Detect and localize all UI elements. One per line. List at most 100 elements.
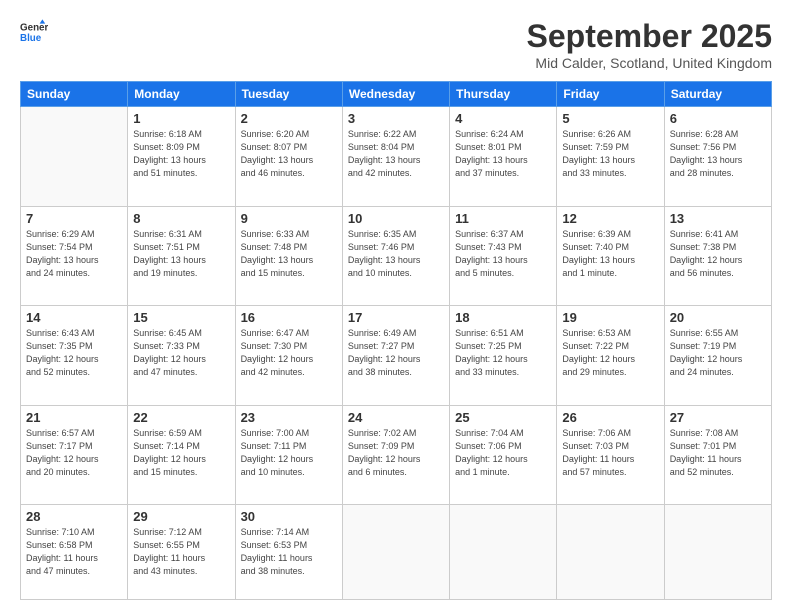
calendar-cell: 4 Sunrise: 6:24 AM Sunset: 8:01 PM Daylig… (450, 107, 557, 207)
day-info: Sunrise: 6:59 AM Sunset: 7:14 PM Dayligh… (133, 427, 229, 479)
day-number: 15 (133, 310, 229, 325)
day-number: 8 (133, 211, 229, 226)
calendar-cell: 16 Sunrise: 6:47 AM Sunset: 7:30 PM Dayli… (235, 306, 342, 406)
day-number: 13 (670, 211, 766, 226)
calendar-cell: 24Sunrise: 7:02 AM Sunset: 7:09 PM Dayli… (342, 405, 449, 505)
day-info: Sunrise: 7:00 AM Sunset: 7:11 PM Dayligh… (241, 427, 337, 479)
day-number: 3 (348, 111, 444, 126)
svg-text:General: General (20, 23, 48, 34)
title-block: September 2025 Mid Calder, Scotland, Uni… (527, 18, 772, 71)
weekday-header-saturday: Saturday (664, 82, 771, 107)
day-info: Sunrise: 6:47 AM Sunset: 7:30 PM Dayligh… (241, 327, 337, 379)
day-info: Sunrise: 6:26 AM Sunset: 7:59 PM Dayligh… (562, 128, 658, 180)
day-number: 16 (241, 310, 337, 325)
day-info: Sunrise: 6:51 AM Sunset: 7:25 PM Dayligh… (455, 327, 551, 379)
svg-text:Blue: Blue (20, 33, 42, 44)
day-number: 27 (670, 410, 766, 425)
day-number: 21 (26, 410, 122, 425)
calendar-cell (557, 505, 664, 600)
day-number: 4 (455, 111, 551, 126)
calendar-cell: 15 Sunrise: 6:45 AM Sunset: 7:33 PM Dayli… (128, 306, 235, 406)
month-title: September 2025 (527, 18, 772, 55)
week-row-3: 21 Sunrise: 6:57 AM Sunset: 7:17 PM Dayli… (21, 405, 772, 505)
day-number: 28 (26, 509, 122, 524)
calendar-cell: 10Sunrise: 6:35 AM Sunset: 7:46 PM Dayli… (342, 206, 449, 306)
week-row-1: 7 Sunrise: 6:29 AM Sunset: 7:54 PM Daylig… (21, 206, 772, 306)
day-number: 18 (455, 310, 551, 325)
day-number: 6 (670, 111, 766, 126)
calendar-cell: 11 Sunrise: 6:37 AM Sunset: 7:43 PM Dayli… (450, 206, 557, 306)
calendar-table: SundayMondayTuesdayWednesdayThursdayFrid… (20, 81, 772, 600)
day-info: Sunrise: 6:43 AM Sunset: 7:35 PM Dayligh… (26, 327, 122, 379)
header: General Blue September 2025 Mid Calder, … (20, 18, 772, 71)
logo-icon: General Blue (20, 18, 48, 46)
calendar-cell: 28 Sunrise: 7:10 AM Sunset: 6:58 PM Dayli… (21, 505, 128, 600)
day-info: Sunrise: 6:20 AM Sunset: 8:07 PM Dayligh… (241, 128, 337, 180)
day-info: Sunrise: 6:29 AM Sunset: 7:54 PM Dayligh… (26, 228, 122, 280)
day-number: 22 (133, 410, 229, 425)
day-info: Sunrise: 6:37 AM Sunset: 7:43 PM Dayligh… (455, 228, 551, 280)
day-info: Sunrise: 7:04 AM Sunset: 7:06 PM Dayligh… (455, 427, 551, 479)
day-number: 5 (562, 111, 658, 126)
day-number: 9 (241, 211, 337, 226)
day-info: Sunrise: 6:35 AM Sunset: 7:46 PM Dayligh… (348, 228, 444, 280)
calendar-cell: 13Sunrise: 6:41 AM Sunset: 7:38 PM Dayli… (664, 206, 771, 306)
calendar-cell (450, 505, 557, 600)
day-info: Sunrise: 7:06 AM Sunset: 7:03 PM Dayligh… (562, 427, 658, 479)
weekday-header-thursday: Thursday (450, 82, 557, 107)
day-number: 17 (348, 310, 444, 325)
page: General Blue September 2025 Mid Calder, … (0, 0, 792, 612)
weekday-header-sunday: Sunday (21, 82, 128, 107)
week-row-2: 14 Sunrise: 6:43 AM Sunset: 7:35 PM Dayli… (21, 306, 772, 406)
day-info: Sunrise: 6:28 AM Sunset: 7:56 PM Dayligh… (670, 128, 766, 180)
day-info: Sunrise: 6:39 AM Sunset: 7:40 PM Dayligh… (562, 228, 658, 280)
day-number: 24 (348, 410, 444, 425)
day-number: 30 (241, 509, 337, 524)
calendar-cell: 26 Sunrise: 7:06 AM Sunset: 7:03 PM Dayli… (557, 405, 664, 505)
calendar-cell: 8 Sunrise: 6:31 AM Sunset: 7:51 PM Daylig… (128, 206, 235, 306)
calendar-cell: 1Sunrise: 6:18 AM Sunset: 8:09 PM Daylig… (128, 107, 235, 207)
day-number: 7 (26, 211, 122, 226)
calendar-cell (21, 107, 128, 207)
day-number: 11 (455, 211, 551, 226)
day-info: Sunrise: 6:57 AM Sunset: 7:17 PM Dayligh… (26, 427, 122, 479)
calendar-cell: 30 Sunrise: 7:14 AM Sunset: 6:53 PM Dayli… (235, 505, 342, 600)
day-number: 14 (26, 310, 122, 325)
day-info: Sunrise: 7:14 AM Sunset: 6:53 PM Dayligh… (241, 526, 337, 578)
day-number: 25 (455, 410, 551, 425)
calendar-cell: 7 Sunrise: 6:29 AM Sunset: 7:54 PM Daylig… (21, 206, 128, 306)
calendar-cell: 3 Sunrise: 6:22 AM Sunset: 8:04 PM Daylig… (342, 107, 449, 207)
calendar-cell: 2 Sunrise: 6:20 AM Sunset: 8:07 PM Daylig… (235, 107, 342, 207)
day-info: Sunrise: 7:12 AM Sunset: 6:55 PM Dayligh… (133, 526, 229, 578)
day-info: Sunrise: 7:08 AM Sunset: 7:01 PM Dayligh… (670, 427, 766, 479)
day-number: 23 (241, 410, 337, 425)
calendar-cell: 20Sunrise: 6:55 AM Sunset: 7:19 PM Dayli… (664, 306, 771, 406)
weekday-header-row: SundayMondayTuesdayWednesdayThursdayFrid… (21, 82, 772, 107)
calendar-cell (342, 505, 449, 600)
day-number: 2 (241, 111, 337, 126)
day-info: Sunrise: 6:22 AM Sunset: 8:04 PM Dayligh… (348, 128, 444, 180)
weekday-header-tuesday: Tuesday (235, 82, 342, 107)
day-number: 1 (133, 111, 229, 126)
calendar-cell: 17Sunrise: 6:49 AM Sunset: 7:27 PM Dayli… (342, 306, 449, 406)
calendar-cell (664, 505, 771, 600)
day-info: Sunrise: 6:53 AM Sunset: 7:22 PM Dayligh… (562, 327, 658, 379)
calendar-cell: 29Sunrise: 7:12 AM Sunset: 6:55 PM Dayli… (128, 505, 235, 600)
calendar-cell: 9 Sunrise: 6:33 AM Sunset: 7:48 PM Daylig… (235, 206, 342, 306)
calendar-cell: 23 Sunrise: 7:00 AM Sunset: 7:11 PM Dayli… (235, 405, 342, 505)
week-row-0: 1Sunrise: 6:18 AM Sunset: 8:09 PM Daylig… (21, 107, 772, 207)
day-info: Sunrise: 6:24 AM Sunset: 8:01 PM Dayligh… (455, 128, 551, 180)
day-info: Sunrise: 6:33 AM Sunset: 7:48 PM Dayligh… (241, 228, 337, 280)
calendar-cell: 19Sunrise: 6:53 AM Sunset: 7:22 PM Dayli… (557, 306, 664, 406)
calendar-cell: 25 Sunrise: 7:04 AM Sunset: 7:06 PM Dayli… (450, 405, 557, 505)
day-info: Sunrise: 7:10 AM Sunset: 6:58 PM Dayligh… (26, 526, 122, 578)
calendar-cell: 21 Sunrise: 6:57 AM Sunset: 7:17 PM Dayli… (21, 405, 128, 505)
day-info: Sunrise: 6:31 AM Sunset: 7:51 PM Dayligh… (133, 228, 229, 280)
weekday-header-wednesday: Wednesday (342, 82, 449, 107)
day-info: Sunrise: 6:55 AM Sunset: 7:19 PM Dayligh… (670, 327, 766, 379)
day-info: Sunrise: 6:45 AM Sunset: 7:33 PM Dayligh… (133, 327, 229, 379)
calendar-cell: 18 Sunrise: 6:51 AM Sunset: 7:25 PM Dayli… (450, 306, 557, 406)
calendar-cell: 6 Sunrise: 6:28 AM Sunset: 7:56 PM Daylig… (664, 107, 771, 207)
week-row-4: 28 Sunrise: 7:10 AM Sunset: 6:58 PM Dayli… (21, 505, 772, 600)
day-number: 26 (562, 410, 658, 425)
